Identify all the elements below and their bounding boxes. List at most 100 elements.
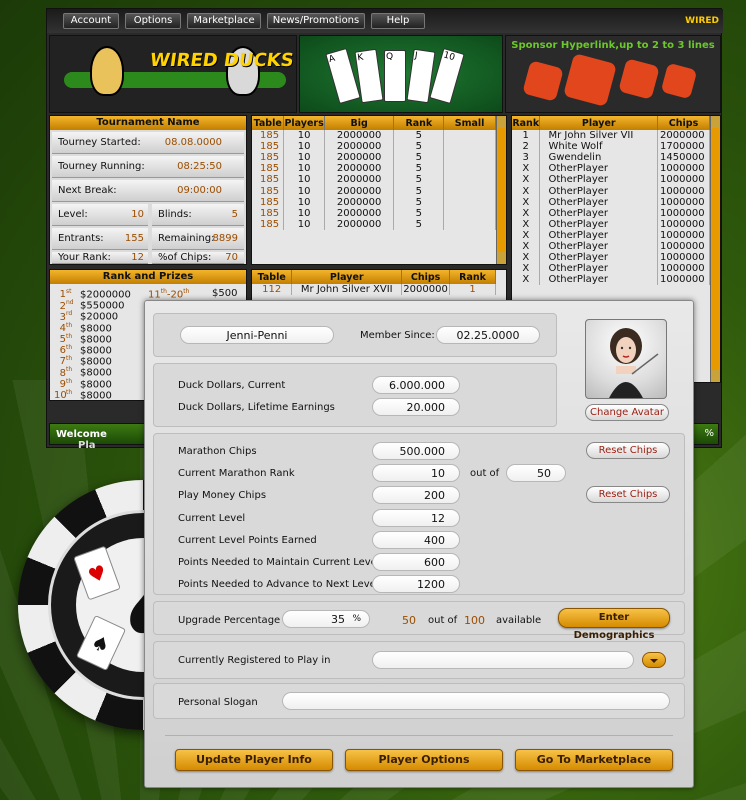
chips-pct-row: %of Chips: 70 [152, 252, 244, 264]
go-to-marketplace-button[interactable]: Go To Marketplace [515, 749, 673, 771]
identity-section: Jenni-Penni Member Since: 02.25.0000 [153, 313, 557, 357]
leaderboard-row[interactable]: 1 Mr John Silver VII 2000000 [512, 130, 710, 142]
leaderboard-row[interactable]: 3 Gwendelin 1450000 [512, 152, 710, 164]
menu-options[interactable]: Options [125, 13, 181, 29]
col-rank[interactable]: Rank [449, 270, 496, 284]
change-avatar-button[interactable]: Change Avatar [585, 404, 669, 421]
table-row[interactable]: 112 Mr John Silver XVII 2000000 1 [252, 284, 496, 296]
prize-row: 9th $8000 [59, 377, 112, 390]
maintain-field: 600 [372, 553, 460, 571]
next-break-row: Next Break: 09:00:00 [52, 180, 244, 202]
dice-icon [563, 53, 617, 107]
leaderboard-row[interactable]: 2 White Wolf 1700000 [512, 141, 710, 153]
col-chips[interactable]: Chips [657, 116, 710, 130]
col-small[interactable]: Small [443, 116, 496, 130]
leaderboard-row[interactable]: X OtherPlayer 1000000 [512, 274, 710, 286]
member-since-label: Member Since: [360, 330, 435, 341]
cards-banner: A K Q J 10 [299, 35, 503, 113]
col-chips[interactable]: Chips [401, 270, 451, 284]
leaderboard-row[interactable]: X OtherPlayer 1000000 [512, 163, 710, 175]
leaderboard-row[interactable]: X OtherPlayer 1000000 [512, 252, 710, 264]
table-row[interactable]: 185 10 2000000 5 [252, 207, 496, 219]
col-rank[interactable]: Rank [393, 116, 445, 130]
prize-range: 11th-20th [148, 288, 190, 301]
leaderboard-row[interactable]: X OtherPlayer 1000000 [512, 207, 710, 219]
menu-bar: Account Options Marketplace News/Promoti… [47, 9, 723, 48]
table-row[interactable]: 185 10 2000000 5 [252, 141, 496, 153]
slogan-input[interactable] [282, 692, 670, 710]
tournament-title: Tournament Name [50, 116, 246, 130]
brand-logo-small: WIRED DUCKS [684, 16, 719, 48]
registered-select[interactable] [372, 651, 634, 669]
avatar[interactable] [585, 319, 667, 399]
upgrade-count: 50 [402, 614, 416, 627]
tourney-running-row: Tourney Running: 08:25:50 [52, 156, 244, 178]
tables-scrollbar[interactable] [496, 116, 506, 264]
col-table[interactable]: Table [252, 116, 285, 130]
table-row[interactable]: 185 10 2000000 5 [252, 196, 496, 208]
player-options-button[interactable]: Player Options [345, 749, 503, 771]
col-player[interactable]: Player [539, 116, 659, 130]
tables-list-panel: Table Players Big Rank Small 185 10 200000… [251, 115, 507, 265]
upgrade-label: Upgrade Percentage [178, 615, 281, 626]
registered-section: Currently Registered to Play in [153, 641, 685, 679]
prize-row: 5th $8000 [59, 332, 112, 346]
blinds-row: Blinds: 5 [152, 204, 244, 226]
col-rank[interactable]: Rank [512, 116, 541, 130]
table-row[interactable]: 185 10 2000000 5 [252, 152, 496, 164]
prize-row: 8th $8000 [59, 366, 112, 379]
table-players-table: Table Player Chips Rank 112 Mr John Silv… [252, 270, 496, 296]
reset-play-chips-button[interactable]: Reset Chips [586, 486, 670, 503]
marathon-rank-field: 10 [372, 464, 460, 482]
sponsor-link[interactable]: Sponsor Hyperlink,up to 2 to 3 lines [510, 40, 716, 51]
menu-help[interactable]: Help [371, 13, 425, 29]
leaderboard-row[interactable]: X OtherPlayer 1000000 [512, 174, 710, 186]
menu-account[interactable]: Account [63, 13, 119, 29]
table-row[interactable]: 185 10 2000000 5 [252, 163, 496, 175]
reset-marathon-chips-button[interactable]: Reset Chips [586, 442, 670, 459]
col-player[interactable]: Player [291, 270, 403, 284]
menu-marketplace[interactable]: Marketplace [187, 13, 261, 29]
table-row[interactable]: 185 10 2000000 5 [252, 174, 496, 186]
marathon-label: Marathon Chips [178, 446, 257, 457]
chevron-down-icon[interactable] [642, 652, 666, 668]
duck-current-label: Duck Dollars, Current [178, 380, 286, 391]
leaderboard-row[interactable]: X OtherPlayer 1000000 [512, 240, 710, 253]
leaderboard-table: Rank Player Chips 1 Mr John Silver VII 200… [512, 116, 710, 286]
leaderboard-row[interactable]: X OtherPlayer 1000000 [512, 263, 710, 275]
duck-current-field: 6.000.000 [372, 376, 460, 394]
prize-row: 3rd $20000 [59, 310, 119, 323]
leaderboard-row[interactable]: X OtherPlayer 1000000 [512, 229, 710, 241]
logo-text: WIRED DUCKS [148, 50, 296, 71]
col-big[interactable]: Big [324, 116, 395, 130]
duck-dollars-section: Duck Dollars, Current 6.000.000 Duck Dol… [153, 363, 557, 427]
prize-row: 4th $8000 [59, 321, 112, 334]
duck-lifetime-field: 20.000 [372, 398, 460, 416]
update-player-info-button[interactable]: Update Player Info [175, 749, 333, 771]
username-field[interactable]: Jenni-Penni [180, 326, 334, 344]
level-field: 12 [372, 509, 460, 527]
col-players[interactable]: Players [283, 116, 325, 130]
leaderboard-row[interactable]: X OtherPlayer 1000000 [512, 185, 710, 197]
leaderboard-scrollbar[interactable] [710, 116, 720, 382]
col-table[interactable]: Table [252, 270, 293, 284]
table-row[interactable]: 185 10 2000000 5 [252, 185, 496, 197]
tournament-panel: Tournament Name Tourney Started: 08.08.00… [49, 115, 247, 265]
leaderboard-row[interactable]: X OtherPlayer 1000000 [512, 196, 710, 208]
prize-row: 2nd $550000 [59, 299, 125, 312]
menu-news[interactable]: News/Promotions [267, 13, 365, 29]
your-rank-row: Your Rank: 12 [52, 252, 148, 264]
entrants-row: Entrants: 155 [52, 228, 148, 250]
sponsor-banner[interactable]: Sponsor Hyperlink,up to 2 to 3 lines [505, 35, 721, 113]
player-profile-dialog: Jenni-Penni Member Since: 02.25.0000 Cha… [144, 300, 694, 788]
table-row[interactable]: 185 10 2000000 5 [252, 218, 496, 230]
leaderboard-row[interactable]: X OtherPlayer 1000000 [512, 218, 710, 230]
level-label: Current Level [178, 513, 246, 524]
slogan-label: Personal Slogan [178, 697, 258, 708]
dice-icon [522, 60, 564, 102]
table-row[interactable]: 185 10 2000000 5 [252, 130, 496, 142]
duck-lifetime-label: Duck Dollars, Lifetime Earnings [178, 402, 335, 413]
enter-demographics-button[interactable]: Enter Demographics [558, 608, 670, 641]
prizes-title: Rank and Prizes [50, 270, 246, 284]
prize-row: 10th $8000 [54, 388, 112, 402]
